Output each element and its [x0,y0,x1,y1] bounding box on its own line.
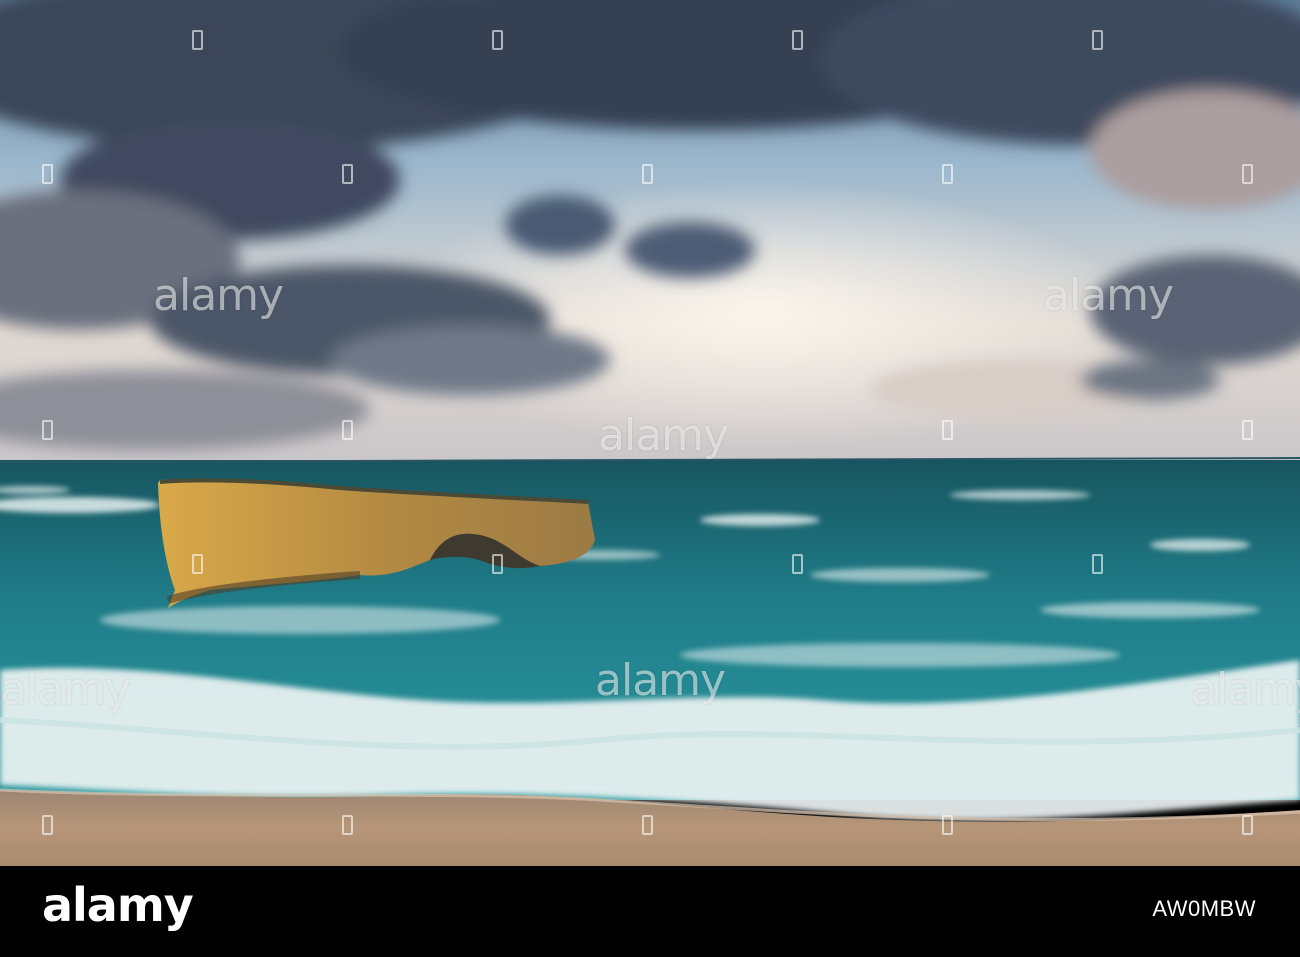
watermark-text: alamy [153,270,284,321]
watermark-text: alamy [1043,270,1174,321]
beach-photo: alamy alamy alamy alamy alamy alamy [0,0,1300,866]
footer-bar [0,866,1300,957]
watermark-text: alamy [1190,664,1300,715]
watermark-text: alamy [0,664,131,715]
watermark-text: alamy [598,410,729,461]
watermark-text: alamy [595,655,726,706]
alamy-logo: alamy [42,878,194,932]
image-id: AW0MBW [1152,896,1256,921]
